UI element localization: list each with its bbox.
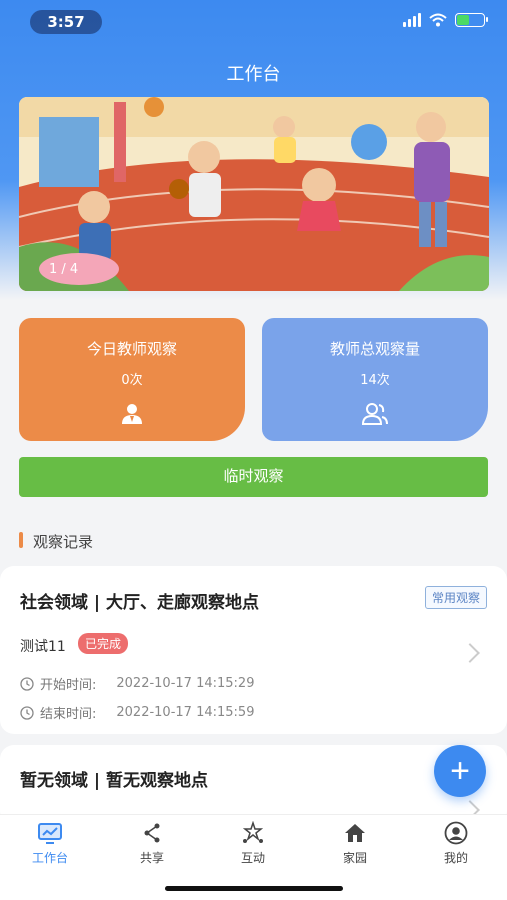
start-time-value: 2022-10-17 14:15:29 (116, 676, 255, 691)
record-name: 测试11 (20, 639, 66, 655)
interaction-icon (242, 821, 264, 843)
start-time-label: 开始时间: (40, 678, 97, 693)
temporary-observation-button[interactable]: 临时观察 (19, 457, 488, 497)
section-accent (19, 532, 23, 548)
clock-icon (20, 676, 34, 691)
status-badge: 已完成 (78, 633, 129, 654)
total-observation-card[interactable]: 教师总观察量 14次 (262, 318, 488, 441)
profile-icon (444, 821, 468, 845)
stat-title: 今日教师观察 (86, 340, 177, 358)
tab-label: 互动 (240, 851, 265, 865)
tab-label: 我的 (443, 851, 468, 865)
clock-icon (20, 705, 34, 720)
observation-records-header: 观察记录 (0, 518, 507, 564)
end-time-value: 2022-10-17 14:15:59 (116, 705, 255, 720)
battery-icon (455, 13, 488, 27)
page-title: 工作台 (226, 64, 281, 85)
single-user-icon (122, 404, 142, 424)
banner-illustration (19, 97, 489, 291)
add-observation-button[interactable]: + (434, 745, 486, 797)
tab-interaction[interactable]: 互动 (223, 821, 283, 866)
record-card[interactable]: 社会领域 | 大厅、走廊观察地点 常用观察 测试11 已完成 开始时间: 202… (0, 566, 507, 734)
banner-carousel[interactable]: 1 / 4 (19, 97, 489, 291)
banner-page-indicator: 1 / 4 (49, 262, 79, 277)
stat-value: 0次 (121, 373, 143, 388)
record-tag[interactable]: 常用观察 (424, 586, 487, 609)
end-time-label: 结束时间: (40, 707, 97, 722)
tab-label: 共享 (139, 851, 164, 865)
tab-label: 家园 (342, 851, 367, 865)
wifi-icon (429, 13, 447, 27)
group-users-icon (361, 403, 388, 425)
start-time-row: 开始时间: 2022-10-17 14:15:29 (20, 674, 254, 693)
record-card[interactable]: 暂无领域 | 暂无观察地点 临 (0, 745, 507, 825)
section-title: 观察记录 (33, 533, 94, 551)
stat-value: 14次 (360, 373, 390, 388)
end-time-row: 结束时间: 2022-10-17 14:15:59 (20, 703, 254, 722)
status-time: 3:57 (30, 10, 102, 34)
chevron-right-icon[interactable] (460, 643, 480, 663)
home-icon (345, 824, 365, 842)
today-observation-card[interactable]: 今日教师观察 0次 (19, 318, 245, 441)
home-indicator[interactable] (165, 886, 343, 891)
status-icons (403, 13, 488, 27)
tab-share[interactable]: 共享 (122, 821, 182, 866)
stat-title: 教师总观察量 (329, 340, 420, 358)
tab-home[interactable]: 家园 (325, 821, 385, 866)
record-title: 社会领域 | 大厅、走廊观察地点 (20, 593, 260, 613)
dashboard-icon (38, 823, 62, 844)
record-title: 暂无领域 | 暂无观察地点 (20, 771, 209, 791)
tab-label: 工作台 (31, 851, 68, 865)
share-icon (144, 823, 160, 843)
tab-profile[interactable]: 我的 (426, 821, 486, 866)
signal-icon (403, 13, 421, 27)
status-bar: 3:57 (0, 10, 507, 36)
tab-workbench[interactable]: 工作台 (20, 821, 80, 866)
